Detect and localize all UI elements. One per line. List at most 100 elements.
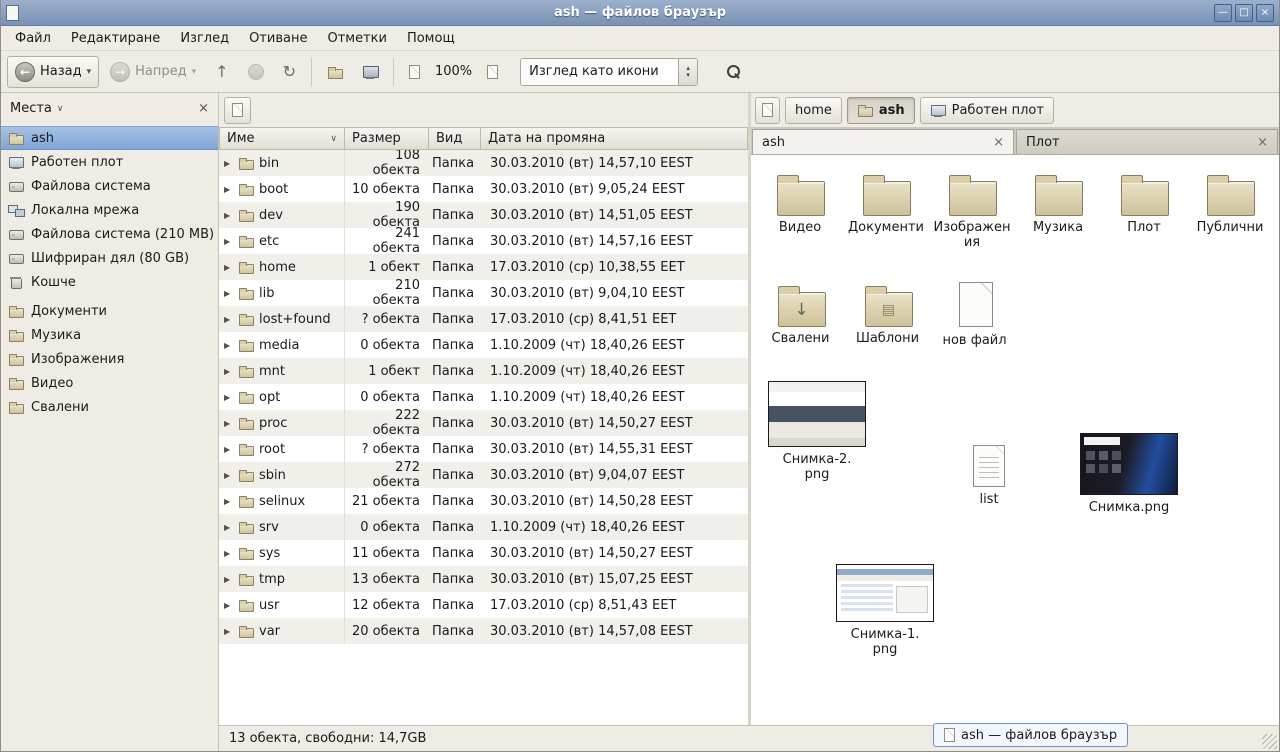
table-row[interactable]: ▶ bin 108 обекта Папка 30.03.2010 (вт) 1…: [219, 150, 748, 176]
icon-view-item[interactable]: Музика: [1015, 169, 1101, 250]
sidebar-item[interactable]: Видео: [1, 371, 218, 395]
breadcrumb-button[interactable]: home: [785, 97, 842, 124]
resize-grip[interactable]: [1262, 734, 1277, 749]
table-row[interactable]: ▶ srv 0 обекта Папка 1.10.2009 (чт) 18,4…: [219, 514, 748, 540]
table-row[interactable]: ▶ proc 222 обекта Папка 30.03.2010 (вт) …: [219, 410, 748, 436]
computer-button[interactable]: [354, 56, 386, 88]
zoom-in-button[interactable]: [479, 56, 506, 88]
icon-view-item[interactable]: Шаблони: [844, 280, 931, 348]
places-caret-icon[interactable]: ∨: [57, 104, 64, 114]
home-button[interactable]: [319, 56, 351, 88]
row-expander-icon[interactable]: ▶: [224, 601, 233, 610]
view-mode-select[interactable]: Изглед като икони ▴ ▾: [520, 58, 698, 86]
back-button[interactable]: ← Назад ▾: [7, 56, 99, 88]
row-expander-icon[interactable]: ▶: [224, 627, 233, 636]
sidebar-item[interactable]: Музика: [1, 323, 218, 347]
menu-item[interactable]: Отметки: [317, 28, 396, 49]
tab-close-button[interactable]: ×: [993, 135, 1004, 150]
table-row[interactable]: ▶ sys 11 обекта Папка 30.03.2010 (вт) 14…: [219, 540, 748, 566]
table-row[interactable]: ▶ root ? обекта Папка 30.03.2010 (вт) 14…: [219, 436, 748, 462]
icon-view-item[interactable]: Видео: [757, 169, 843, 250]
close-button[interactable]: ×: [1256, 4, 1274, 22]
table-row[interactable]: ▶ usr 12 обекта Папка 17.03.2010 (ср) 8,…: [219, 592, 748, 618]
table-row[interactable]: ▶ selinux 21 обекта Папка 30.03.2010 (вт…: [219, 488, 748, 514]
table-row[interactable]: ▶ var 20 обекта Папка 30.03.2010 (вт) 14…: [219, 618, 748, 644]
forward-button[interactable]: → Напред ▾: [102, 56, 204, 88]
table-row[interactable]: ▶ mnt 1 обект Папка 1.10.2009 (чт) 18,40…: [219, 358, 748, 384]
table-row[interactable]: ▶ home 1 обект Папка 17.03.2010 (ср) 10,…: [219, 254, 748, 280]
titlebar[interactable]: ash — файлов браузър — □ ×: [1, 0, 1279, 26]
sidebar-item[interactable]: Шифриран дял (80 GB): [1, 246, 218, 270]
table-row[interactable]: ▶ opt 0 обекта Папка 1.10.2009 (чт) 18,4…: [219, 384, 748, 410]
sidebar-item[interactable]: Файлова система: [1, 174, 218, 198]
menu-item[interactable]: Файл: [5, 28, 61, 49]
row-expander-icon[interactable]: ▶: [224, 549, 233, 558]
row-expander-icon[interactable]: ▶: [224, 185, 233, 194]
minimize-button[interactable]: —: [1214, 4, 1232, 22]
back-dropdown-icon[interactable]: ▾: [87, 67, 92, 77]
maximize-button[interactable]: □: [1235, 4, 1253, 22]
row-expander-icon[interactable]: ▶: [224, 523, 233, 532]
row-expander-icon[interactable]: ▶: [224, 315, 233, 324]
menu-item[interactable]: Помощ: [397, 28, 465, 49]
column-header-date[interactable]: Дата на промяна: [481, 127, 748, 150]
column-header-type[interactable]: Вид: [429, 127, 481, 150]
icon-view-item[interactable]: Свалени: [757, 280, 844, 348]
table-row[interactable]: ▶ etc 241 обекта Папка 30.03.2010 (вт) 1…: [219, 228, 748, 254]
row-expander-icon[interactable]: ▶: [224, 341, 233, 350]
row-expander-icon[interactable]: ▶: [224, 159, 233, 168]
sidebar-item[interactable]: Документи: [1, 299, 218, 323]
breadcrumb-button[interactable]: Работен плот: [920, 97, 1054, 124]
tab[interactable]: Плот ×: [1016, 129, 1278, 154]
table-row[interactable]: ▶ boot 10 обекта Папка 30.03.2010 (вт) 9…: [219, 176, 748, 202]
table-row[interactable]: ▶ lost+found ? обекта Папка 17.03.2010 (…: [219, 306, 748, 332]
view-mode-spinner[interactable]: ▴ ▾: [678, 59, 697, 85]
sidebar-item[interactable]: Изображения: [1, 347, 218, 371]
zoom-out-button[interactable]: [401, 56, 428, 88]
sidebar-item[interactable]: Файлова система (210 MB): [1, 222, 218, 246]
path-toggle-button[interactable]: [755, 97, 780, 124]
table-row[interactable]: ▶ tmp 13 обекта Папка 30.03.2010 (вт) 15…: [219, 566, 748, 592]
row-expander-icon[interactable]: ▶: [224, 393, 233, 402]
row-expander-icon[interactable]: ▶: [224, 471, 233, 480]
tab[interactable]: ash ×: [752, 129, 1014, 154]
menu-item[interactable]: Изглед: [170, 28, 239, 49]
icon-view-item[interactable]: Публични: [1187, 169, 1273, 250]
row-expander-icon[interactable]: ▶: [224, 289, 233, 298]
file-item-list[interactable]: list: [937, 445, 1041, 507]
icon-view-item[interactable]: Изображения: [929, 169, 1015, 250]
tab-close-button[interactable]: ×: [1257, 135, 1268, 150]
sidebar-item[interactable]: Кошче: [1, 270, 218, 294]
row-expander-icon[interactable]: ▶: [224, 367, 233, 376]
table-row[interactable]: ▶ dev 190 обекта Папка 30.03.2010 (вт) 1…: [219, 202, 748, 228]
column-header-name[interactable]: Име ∨: [219, 127, 345, 150]
row-expander-icon[interactable]: ▶: [224, 445, 233, 454]
thumbnail-snimka[interactable]: Снимка.png: [1077, 433, 1181, 515]
places-close-button[interactable]: ×: [198, 101, 209, 116]
row-expander-icon[interactable]: ▶: [224, 237, 233, 246]
column-header-size[interactable]: Размер: [345, 127, 429, 150]
menu-item[interactable]: Отиване: [239, 28, 317, 49]
sidebar-item[interactable]: Свалени: [1, 395, 218, 419]
breadcrumb-button[interactable]: ash: [847, 97, 915, 124]
icon-view-item[interactable]: Плот: [1101, 169, 1187, 250]
row-expander-icon[interactable]: ▶: [224, 575, 233, 584]
row-expander-icon[interactable]: ▶: [224, 419, 233, 428]
up-button[interactable]: ↑: [207, 56, 236, 88]
sidebar-item[interactable]: Локална мрежа: [1, 198, 218, 222]
reload-button[interactable]: ↻: [275, 56, 304, 88]
row-expander-icon[interactable]: ▶: [224, 211, 233, 220]
table-row[interactable]: ▶ lib 210 обекта Папка 30.03.2010 (вт) 9…: [219, 280, 748, 306]
thumbnail-snimka-1[interactable]: Снимка-1.png: [833, 564, 937, 657]
menu-item[interactable]: Редактиране: [61, 28, 170, 49]
location-toggle-button[interactable]: [224, 97, 251, 124]
thumbnail-snimka-2[interactable]: Снимка-2.png: [765, 381, 869, 482]
icon-view-item[interactable]: Документи: [843, 169, 929, 250]
row-expander-icon[interactable]: ▶: [224, 263, 233, 272]
places-title[interactable]: Места: [10, 101, 52, 116]
taskbar-window-chip[interactable]: ash — файлов браузър: [933, 723, 1128, 747]
stop-button[interactable]: [240, 56, 272, 88]
sidebar-item[interactable]: Работен плот: [1, 150, 218, 174]
row-expander-icon[interactable]: ▶: [224, 497, 233, 506]
icon-view-item[interactable]: нов файл: [931, 280, 1018, 348]
